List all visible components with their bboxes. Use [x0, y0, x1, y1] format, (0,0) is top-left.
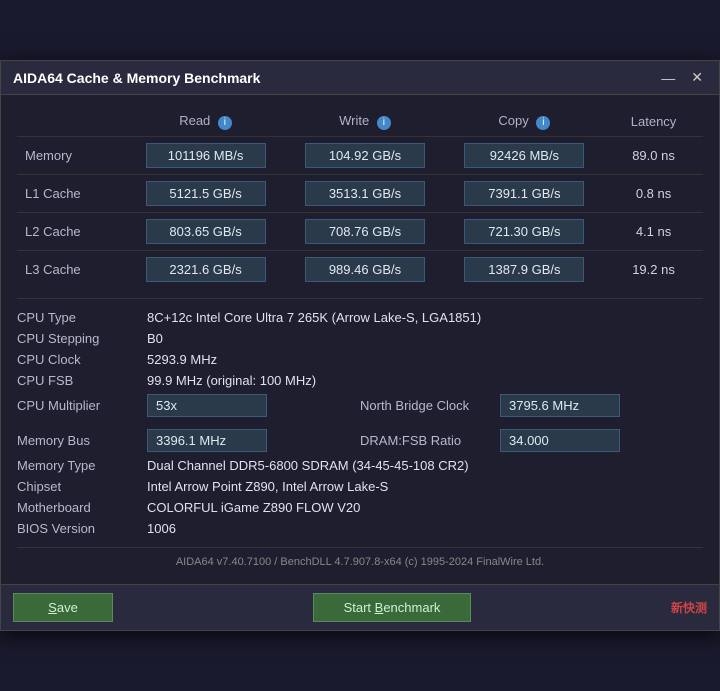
- info-section: CPU Type 8C+12c Intel Core Ultra 7 265K …: [17, 298, 703, 539]
- memory-bus-row: Memory Bus 3396.1 MHz DRAM:FSB Ratio 34.…: [17, 426, 703, 455]
- cpu-fsb-label: CPU FSB: [17, 373, 147, 388]
- header-read: Read i: [126, 107, 285, 137]
- bios-row: BIOS Version 1006: [17, 518, 703, 539]
- cpu-fsb-row: CPU FSB 99.9 MHz (original: 100 MHz): [17, 370, 703, 391]
- memory-copy: 92426 MB/s: [445, 137, 604, 175]
- benchmark-table: Read i Write i Copy i Latency Mem: [17, 107, 703, 288]
- l1-read: 5121.5 GB/s: [126, 175, 285, 213]
- start-benchmark-button[interactable]: Start Benchmark: [313, 593, 472, 622]
- memory-type-value: Dual Channel DDR5-6800 SDRAM (34-45-45-1…: [147, 458, 703, 473]
- cpu-type-row: CPU Type 8C+12c Intel Core Ultra 7 265K …: [17, 307, 703, 328]
- header-copy: Copy i: [445, 107, 604, 137]
- dram-fsb-value: 34.000: [500, 429, 620, 452]
- l3-latency: 19.2 ns: [604, 251, 703, 289]
- north-bridge-value: 3795.6 MHz: [500, 394, 620, 417]
- table-row: L1 Cache 5121.5 GB/s 3513.1 GB/s 7391.1 …: [17, 175, 703, 213]
- cpu-type-value: 8C+12c Intel Core Ultra 7 265K (Arrow La…: [147, 310, 703, 325]
- bios-label: BIOS Version: [17, 521, 147, 536]
- l3-read: 2321.6 GB/s: [126, 251, 285, 289]
- button-bar: Save Start Benchmark 新快测: [1, 584, 719, 630]
- table-row: L3 Cache 2321.6 GB/s 989.46 GB/s 1387.9 …: [17, 251, 703, 289]
- chipset-value: Intel Arrow Point Z890, Intel Arrow Lake…: [147, 479, 703, 494]
- l2-read: 803.65 GB/s: [126, 213, 285, 251]
- north-bridge-label: North Bridge Clock: [360, 398, 500, 413]
- motherboard-row: Motherboard COLORFUL iGame Z890 FLOW V20: [17, 497, 703, 518]
- cpu-type-label: CPU Type: [17, 310, 147, 325]
- header-write: Write i: [285, 107, 444, 137]
- l2-copy: 721.30 GB/s: [445, 213, 604, 251]
- cpu-multiplier-row: CPU Multiplier 53x North Bridge Clock 37…: [17, 391, 703, 420]
- close-button[interactable]: ✕: [687, 69, 707, 86]
- memory-bus-value: 3396.1 MHz: [147, 429, 267, 452]
- memory-type-row: Memory Type Dual Channel DDR5-6800 SDRAM…: [17, 455, 703, 476]
- save-label: Save: [48, 600, 78, 615]
- l2-latency: 4.1 ns: [604, 213, 703, 251]
- write-info-icon[interactable]: i: [377, 116, 391, 130]
- cpu-fsb-value: 99.9 MHz (original: 100 MHz): [147, 373, 703, 388]
- save-button[interactable]: Save: [13, 593, 113, 622]
- memory-write: 104.92 GB/s: [285, 137, 444, 175]
- memory-latency: 89.0 ns: [604, 137, 703, 175]
- l1-latency: 0.8 ns: [604, 175, 703, 213]
- header-latency: Latency: [604, 107, 703, 137]
- cpu-clock-row: CPU Clock 5293.9 MHz: [17, 349, 703, 370]
- window-title: AIDA64 Cache & Memory Benchmark: [13, 70, 260, 86]
- main-window: AIDA64 Cache & Memory Benchmark — ✕ Read…: [0, 60, 720, 631]
- cpu-multiplier-value: 53x: [147, 394, 267, 417]
- dram-fsb-label: DRAM:FSB Ratio: [360, 433, 500, 448]
- table-row: Memory 101196 MB/s 104.92 GB/s 92426 MB/…: [17, 137, 703, 175]
- l3-copy: 1387.9 GB/s: [445, 251, 604, 289]
- l2-label: L2 Cache: [17, 213, 126, 251]
- l3-write: 989.46 GB/s: [285, 251, 444, 289]
- chipset-label: Chipset: [17, 479, 147, 494]
- l1-label: L1 Cache: [17, 175, 126, 213]
- l2-write: 708.76 GB/s: [285, 213, 444, 251]
- motherboard-label: Motherboard: [17, 500, 147, 515]
- cpu-clock-label: CPU Clock: [17, 352, 147, 367]
- memory-bus-label: Memory Bus: [17, 433, 147, 448]
- memory-read: 101196 MB/s: [126, 137, 285, 175]
- window-controls: — ✕: [657, 69, 707, 86]
- cpu-multiplier-label: CPU Multiplier: [17, 398, 147, 413]
- read-info-icon[interactable]: i: [218, 116, 232, 130]
- chipset-row: Chipset Intel Arrow Point Z890, Intel Ar…: [17, 476, 703, 497]
- main-content: Read i Write i Copy i Latency Mem: [1, 95, 719, 584]
- minimize-button[interactable]: —: [657, 69, 679, 86]
- cpu-stepping-label: CPU Stepping: [17, 331, 147, 346]
- memory-type-label: Memory Type: [17, 458, 147, 473]
- start-label: Start Benchmark: [344, 600, 441, 615]
- copy-info-icon[interactable]: i: [536, 116, 550, 130]
- cpu-stepping-value: B0: [147, 331, 703, 346]
- memory-label: Memory: [17, 137, 126, 175]
- bios-value: 1006: [147, 521, 703, 536]
- watermark-text: 新快测: [671, 599, 707, 616]
- table-row: L2 Cache 803.65 GB/s 708.76 GB/s 721.30 …: [17, 213, 703, 251]
- l1-write: 3513.1 GB/s: [285, 175, 444, 213]
- l3-label: L3 Cache: [17, 251, 126, 289]
- l1-copy: 7391.1 GB/s: [445, 175, 604, 213]
- cpu-clock-value: 5293.9 MHz: [147, 352, 703, 367]
- motherboard-value: COLORFUL iGame Z890 FLOW V20: [147, 500, 703, 515]
- footer-text: AIDA64 v7.40.7100 / BenchDLL 4.7.907.8-x…: [17, 547, 703, 572]
- title-bar: AIDA64 Cache & Memory Benchmark — ✕: [1, 61, 719, 95]
- cpu-stepping-row: CPU Stepping B0: [17, 328, 703, 349]
